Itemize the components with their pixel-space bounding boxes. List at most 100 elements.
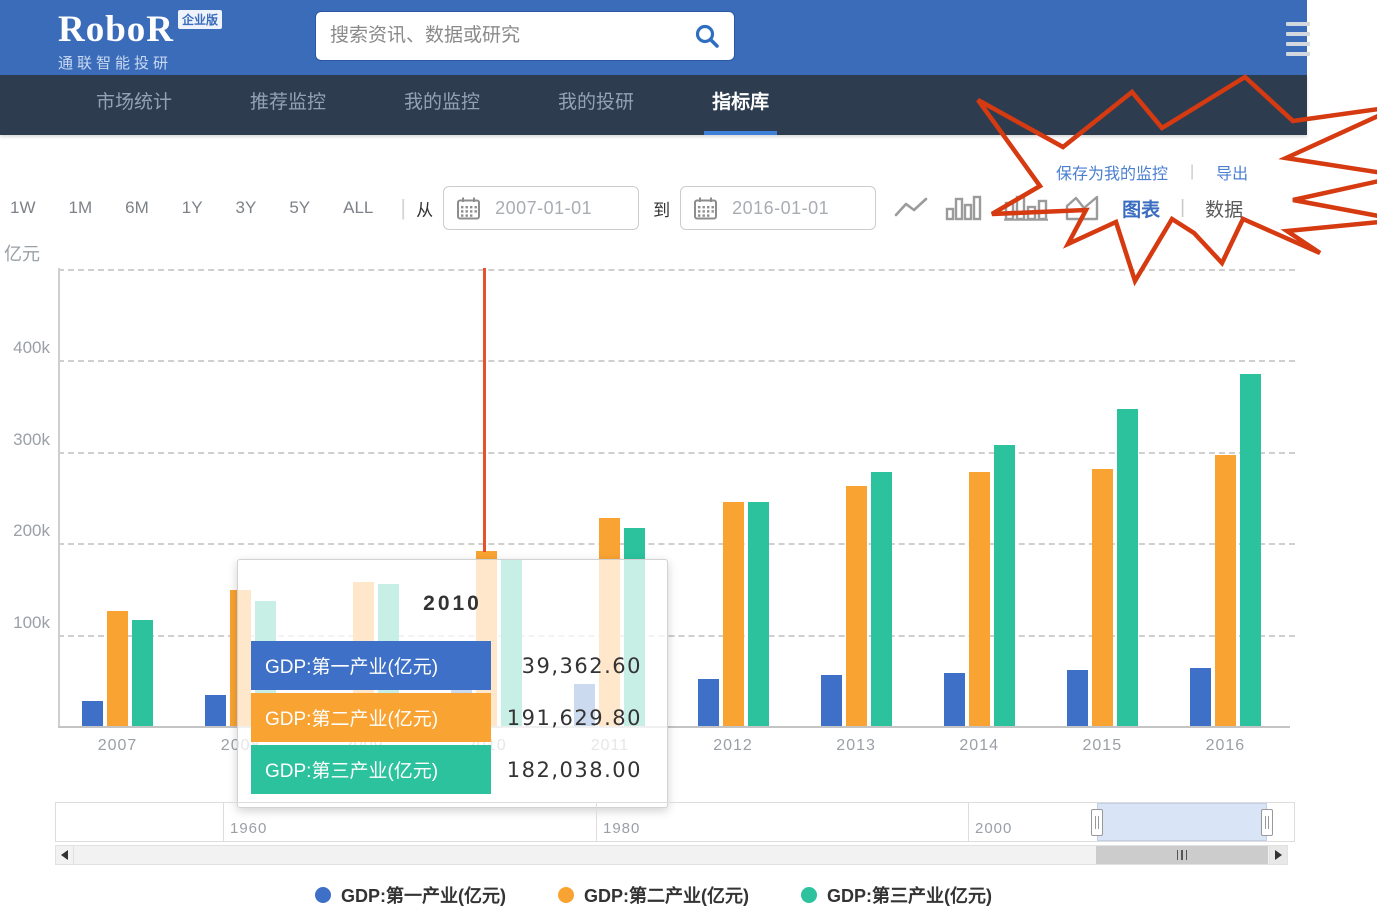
nav-tab-5[interactable]: 指标库 xyxy=(704,75,777,135)
logo-title: RoboR xyxy=(58,9,174,50)
scrollbar-thumb[interactable] xyxy=(1096,846,1268,864)
legend-label: GDP:第三产业(亿元) xyxy=(827,882,992,908)
app-logo[interactable]: RoboR企业版 通联智能投研 xyxy=(58,8,222,73)
tooltip-row-2: GDP:第二产业(亿元)191,629.80 xyxy=(251,693,654,742)
nav-tab-1[interactable]: 市场统计 xyxy=(88,75,180,135)
x-tick-label-2016: 2016 xyxy=(1185,737,1265,755)
range-button-all[interactable]: ALL xyxy=(343,198,373,218)
bar-2013-series2[interactable] xyxy=(846,486,867,726)
chart-toolbar: 1W 1M 6M 1Y 3Y 5Y ALL | 从 2007-01-01 到 xyxy=(10,184,1243,232)
gridline-500000 xyxy=(58,269,1295,271)
gridline-400000 xyxy=(58,360,1295,362)
area-chart-icon[interactable] xyxy=(1065,195,1099,221)
calendar-icon xyxy=(693,196,718,221)
navigator-right-handle[interactable] xyxy=(1261,809,1273,836)
scroll-right-button[interactable] xyxy=(1269,846,1287,864)
nav-tab-3[interactable]: 我的监控 xyxy=(396,75,488,135)
bar-2008-series1[interactable] xyxy=(205,695,226,726)
bar-2015-series2[interactable] xyxy=(1092,469,1113,726)
search-button[interactable] xyxy=(680,12,734,60)
bar-2013-series3[interactable] xyxy=(871,472,892,726)
legend-dot xyxy=(558,887,574,903)
bar-2013-series1[interactable] xyxy=(821,675,842,726)
hamburger-icon xyxy=(1286,22,1310,26)
bar-chart-icon[interactable] xyxy=(1004,195,1048,221)
navigator-tick-label: 1960 xyxy=(230,820,267,837)
bar-2014-series3[interactable] xyxy=(994,445,1015,726)
bar-2014-series2[interactable] xyxy=(969,472,990,726)
to-label: 到 xyxy=(653,196,670,221)
navigator-selected-range[interactable] xyxy=(1097,803,1267,841)
to-date-picker[interactable]: 2016-01-01 xyxy=(680,186,876,230)
export-link[interactable]: 导出 xyxy=(1216,160,1248,184)
y-tick-label: 300k xyxy=(0,430,50,450)
bar-2012-series1[interactable] xyxy=(698,679,719,726)
gridline-300000 xyxy=(58,452,1295,454)
bar-2015-series3[interactable] xyxy=(1117,409,1138,726)
search-input[interactable] xyxy=(316,25,680,47)
column-chart-icon[interactable] xyxy=(945,195,987,221)
bar-2012-series2[interactable] xyxy=(723,502,744,726)
menu-button[interactable] xyxy=(1286,22,1310,56)
tooltip-value: 39,362.60 xyxy=(491,654,654,678)
x-tick-label-2015: 2015 xyxy=(1062,737,1142,755)
y-tick-label: 100k xyxy=(0,613,50,633)
range-navigator[interactable]: 196019802000 xyxy=(55,802,1295,842)
x-tick-label-2014: 2014 xyxy=(939,737,1019,755)
from-date-value: 2007-01-01 xyxy=(495,198,592,219)
legend-item-2[interactable]: GDP:第二产业(亿元) xyxy=(558,882,749,908)
save-to-monitor-link[interactable]: 保存为我的监控 xyxy=(1056,160,1168,184)
y-tick-label: 400k xyxy=(0,338,50,358)
bar-2012-series3[interactable] xyxy=(748,502,769,726)
navigator-tick-label: 2000 xyxy=(975,820,1012,837)
scroll-left-button[interactable] xyxy=(56,846,74,864)
search-icon xyxy=(694,23,720,49)
nav-tab-4[interactable]: 我的投研 xyxy=(550,75,642,135)
navigator-tick xyxy=(596,803,597,841)
navigator-tick xyxy=(968,803,969,841)
bar-2016-series2[interactable] xyxy=(1215,455,1236,726)
legend-item-3[interactable]: GDP:第三产业(亿元) xyxy=(801,882,992,908)
search-box xyxy=(315,11,735,61)
legend-dot xyxy=(315,887,331,903)
bar-2007-series3[interactable] xyxy=(132,620,153,726)
range-button-5y[interactable]: 5Y xyxy=(289,198,310,218)
range-button-3y[interactable]: 3Y xyxy=(236,198,257,218)
main-nav: 市场统计 推荐监控 我的监控 我的投研 指标库 xyxy=(0,75,1307,135)
bar-2007-series2[interactable] xyxy=(107,611,128,726)
bar-2016-series3[interactable] xyxy=(1240,374,1261,726)
tooltip-row-1: GDP:第一产业(亿元)39,362.60 xyxy=(251,641,654,690)
starburst-annotation xyxy=(0,0,1377,916)
range-button-1y[interactable]: 1Y xyxy=(182,198,203,218)
bar-2007-series1[interactable] xyxy=(82,701,103,726)
right-arrow-icon xyxy=(1275,850,1282,860)
logo-badge: 企业版 xyxy=(178,10,222,29)
x-tick-label-2013: 2013 xyxy=(816,737,896,755)
tooltip-series-chip: GDP:第三产业(亿元) xyxy=(251,745,491,794)
bar-2015-series1[interactable] xyxy=(1067,670,1088,726)
y-axis-unit-label: 亿元 xyxy=(4,240,40,266)
range-button-1w[interactable]: 1W xyxy=(10,198,36,218)
range-button-6m[interactable]: 6M xyxy=(125,198,149,218)
from-label: 从 xyxy=(416,196,433,221)
tooltip-title: 2010 xyxy=(238,592,667,616)
navigator-tick xyxy=(223,803,224,841)
y-tick-label: 200k xyxy=(0,521,50,541)
line-chart-icon[interactable] xyxy=(894,196,928,220)
x-tick-label-2012: 2012 xyxy=(693,737,773,755)
legend-item-1[interactable]: GDP:第一产业(亿元) xyxy=(315,882,506,908)
bar-2016-series1[interactable] xyxy=(1190,668,1211,726)
horizontal-scrollbar[interactable] xyxy=(55,845,1288,865)
tooltip-row-3: GDP:第三产业(亿元)182,038.00 xyxy=(251,745,654,794)
range-button-1m[interactable]: 1M xyxy=(69,198,93,218)
bar-2014-series1[interactable] xyxy=(944,673,965,726)
view-divider: | xyxy=(1180,197,1185,219)
view-data-tab[interactable]: 数据 xyxy=(1205,195,1243,222)
y-axis-line xyxy=(58,268,60,726)
navigator-left-handle[interactable] xyxy=(1091,809,1103,836)
from-date-picker[interactable]: 2007-01-01 xyxy=(443,186,639,230)
navigator-left-edge xyxy=(55,803,56,841)
nav-tab-2[interactable]: 推荐监控 xyxy=(242,75,334,135)
chart-tooltip: 2010 GDP:第一产业(亿元)39,362.60GDP:第二产业(亿元)19… xyxy=(237,559,668,808)
view-chart-tab[interactable]: 图表 xyxy=(1122,195,1160,222)
